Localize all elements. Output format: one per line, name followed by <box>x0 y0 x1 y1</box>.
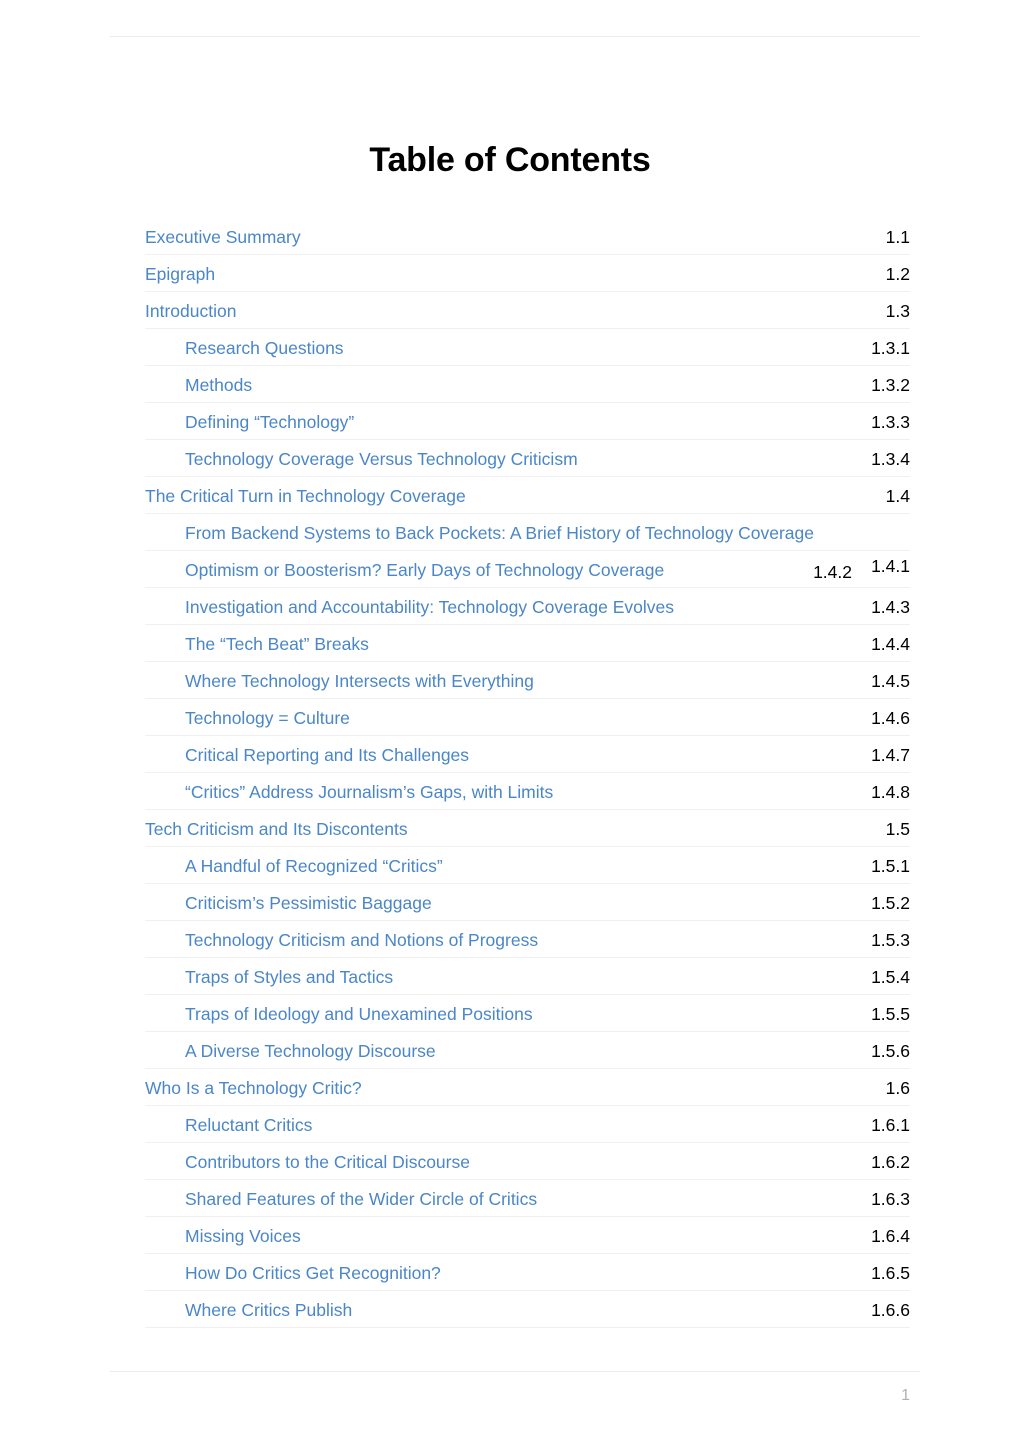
toc-entry-label: Where Technology Intersects with Everyth… <box>185 671 534 691</box>
toc-entry[interactable]: Optimism or Boosterism? Early Days of Te… <box>145 551 910 588</box>
toc-entry-number: 1.6.1 <box>871 1115 910 1135</box>
toc-entry[interactable]: Contributors to the Critical Discourse 1.… <box>145 1143 910 1180</box>
toc-entry-label: Reluctant Critics <box>185 1115 313 1135</box>
toc-entry-number: 1.6.3 <box>871 1189 910 1209</box>
toc-entry-label: The “Tech Beat” Breaks <box>185 634 369 654</box>
toc-entry[interactable]: Defining “Technology” 1.3.3 <box>145 403 910 440</box>
toc-entry-label: Research Questions <box>185 338 344 358</box>
toc-entry-label: Shared Features of the Wider Circle of C… <box>185 1189 538 1209</box>
toc-entry-label: Epigraph <box>145 264 216 284</box>
toc-entry-number-overflowed: 1.4.1 <box>871 556 910 576</box>
toc-entry[interactable]: Technology = Culture 1.4.6 <box>145 699 910 736</box>
toc-entry[interactable]: Investigation and Accountability: Techno… <box>145 588 910 625</box>
toc-entry[interactable]: Traps of Ideology and Unexamined Positio… <box>145 995 910 1032</box>
table-of-contents: Executive Summary 1.1 Epigraph 1.2 Introduct… <box>145 218 910 1328</box>
toc-entry[interactable]: The Critical Turn in Technology Coverage… <box>145 477 910 514</box>
toc-entry-label: Optimism or Boosterism? Early Days of Te… <box>185 560 665 580</box>
toc-entry[interactable]: From Backend Systems to Back Pockets: A … <box>145 514 910 551</box>
toc-entry[interactable]: Missing Voices 1.6.4 <box>145 1217 910 1254</box>
toc-entry-number: 1.4.6 <box>871 708 910 728</box>
toc-entry-label: Who Is a Technology Critic? <box>145 1078 362 1098</box>
toc-entry-label: How Do Critics Get Recognition? <box>185 1263 441 1283</box>
toc-entry-number: 1.6.4 <box>871 1226 910 1246</box>
toc-entry-number: 1.4.2 <box>813 562 852 582</box>
toc-entry-label: From Backend Systems to Back Pockets: A … <box>185 523 814 543</box>
toc-entry-number: 1.6.6 <box>871 1300 910 1320</box>
toc-entry-label: Technology = Culture <box>185 708 350 728</box>
header-rule <box>110 36 920 37</box>
toc-entry[interactable]: Shared Features of the Wider Circle of C… <box>145 1180 910 1217</box>
toc-entry[interactable]: A Diverse Technology Discourse 1.5.6 <box>145 1032 910 1069</box>
page-title: Table of Contents <box>369 141 651 179</box>
toc-entry[interactable]: Research Questions 1.3.1 <box>145 329 910 366</box>
toc-entry-number: 1.4.5 <box>871 671 910 691</box>
toc-entry-label: Contributors to the Critical Discourse <box>185 1152 470 1172</box>
toc-entry-number: 1.5 <box>885 819 910 839</box>
toc-entry-number: 1.5.3 <box>871 930 910 950</box>
toc-entry[interactable]: Where Critics Publish 1.6.6 <box>145 1291 910 1328</box>
toc-entry-label: A Handful of Recognized “Critics” <box>185 856 443 876</box>
toc-entry[interactable]: Technology Coverage Versus Technology Cr… <box>145 440 910 477</box>
toc-entry[interactable]: How Do Critics Get Recognition? 1.6.5 <box>145 1254 910 1291</box>
toc-entry-number: 1.4 <box>885 486 910 506</box>
toc-entry[interactable]: Methods 1.3.2 <box>145 366 910 403</box>
footer-rule <box>110 1371 920 1372</box>
toc-entry-number: 1.5.5 <box>871 1004 910 1024</box>
toc-entry[interactable]: Who Is a Technology Critic? 1.6 <box>145 1069 910 1106</box>
toc-entry-label: Tech Criticism and Its Discontents <box>145 819 408 839</box>
toc-entry-label: Criticism’s Pessimistic Baggage <box>185 893 432 913</box>
toc-entry[interactable]: The “Tech Beat” Breaks 1.4.4 <box>145 625 910 662</box>
toc-entry[interactable]: A Handful of Recognized “Critics” 1.5.1 <box>145 847 910 884</box>
toc-entry-number: 1.5.6 <box>871 1041 910 1061</box>
toc-entry-number: 1.3.1 <box>871 338 910 358</box>
toc-entry-number: 1.1 <box>885 227 910 247</box>
toc-entry[interactable]: Tech Criticism and Its Discontents 1.5 <box>145 810 910 847</box>
toc-entry-label: Technology Criticism and Notions of Prog… <box>185 930 539 950</box>
toc-entry[interactable]: Reluctant Critics 1.6.1 <box>145 1106 910 1143</box>
toc-entry-number: 1.3.3 <box>871 412 910 432</box>
toc-entry-number: 1.4.7 <box>871 745 910 765</box>
toc-entry-number: 1.5.2 <box>871 893 910 913</box>
toc-entry-number: 1.3 <box>885 301 910 321</box>
toc-entry-number: 1.6.2 <box>871 1152 910 1172</box>
toc-entry[interactable]: Traps of Styles and Tactics 1.5.4 <box>145 958 910 995</box>
toc-entry-number: 1.4.4 <box>871 634 910 654</box>
toc-entry-number: 1.5.4 <box>871 967 910 987</box>
toc-entry-number: 1.6.5 <box>871 1263 910 1283</box>
toc-entry-number: 1.4.8 <box>871 782 910 802</box>
toc-entry-label: Technology Coverage Versus Technology Cr… <box>185 449 578 469</box>
toc-entry-label: Critical Reporting and Its Challenges <box>185 745 470 765</box>
toc-entry-label: Methods <box>185 375 253 395</box>
toc-entry-number: 1.3.2 <box>871 375 910 395</box>
toc-entry-number: 1.5.1 <box>871 856 910 876</box>
toc-entry-number: 1.6 <box>885 1078 910 1098</box>
toc-entry-label: Investigation and Accountability: Techno… <box>185 597 675 617</box>
document-page: Table of Contents Executive Summary 1.1 Ep… <box>0 0 1020 1442</box>
page-number: 1 <box>901 1387 910 1404</box>
toc-entry-number: 1.4.3 <box>871 597 910 617</box>
toc-entry-label: Traps of Styles and Tactics <box>185 967 394 987</box>
toc-entry[interactable]: Criticism’s Pessimistic Baggage 1.5.2 <box>145 884 910 921</box>
toc-entry-label: A Diverse Technology Discourse <box>185 1041 436 1061</box>
toc-entry-label: “Critics” Address Journalism’s Gaps, wit… <box>185 782 554 802</box>
toc-entry-label: Introduction <box>145 301 237 321</box>
toc-entry[interactable]: “Critics” Address Journalism’s Gaps, wit… <box>145 773 910 810</box>
toc-entry-label: The Critical Turn in Technology Coverage <box>145 486 466 506</box>
toc-entry[interactable]: Critical Reporting and Its Challenges 1.4… <box>145 736 910 773</box>
toc-entry-label: Traps of Ideology and Unexamined Positio… <box>185 1004 533 1024</box>
toc-entry-number: 1.3.4 <box>871 449 910 469</box>
toc-entry-label: Missing Voices <box>185 1226 301 1246</box>
toc-entry[interactable]: Where Technology Intersects with Everyth… <box>145 662 910 699</box>
toc-entry[interactable]: Executive Summary 1.1 <box>145 218 910 255</box>
toc-entry[interactable]: Technology Criticism and Notions of Prog… <box>145 921 910 958</box>
toc-entry[interactable]: Epigraph 1.2 <box>145 255 910 292</box>
toc-entry-label: Defining “Technology” <box>185 412 355 432</box>
toc-entry-label: Where Critics Publish <box>185 1300 353 1320</box>
toc-entry-label: Executive Summary <box>145 227 301 247</box>
toc-entry-number: 1.2 <box>885 264 910 284</box>
toc-entry[interactable]: Introduction 1.3 <box>145 292 910 329</box>
